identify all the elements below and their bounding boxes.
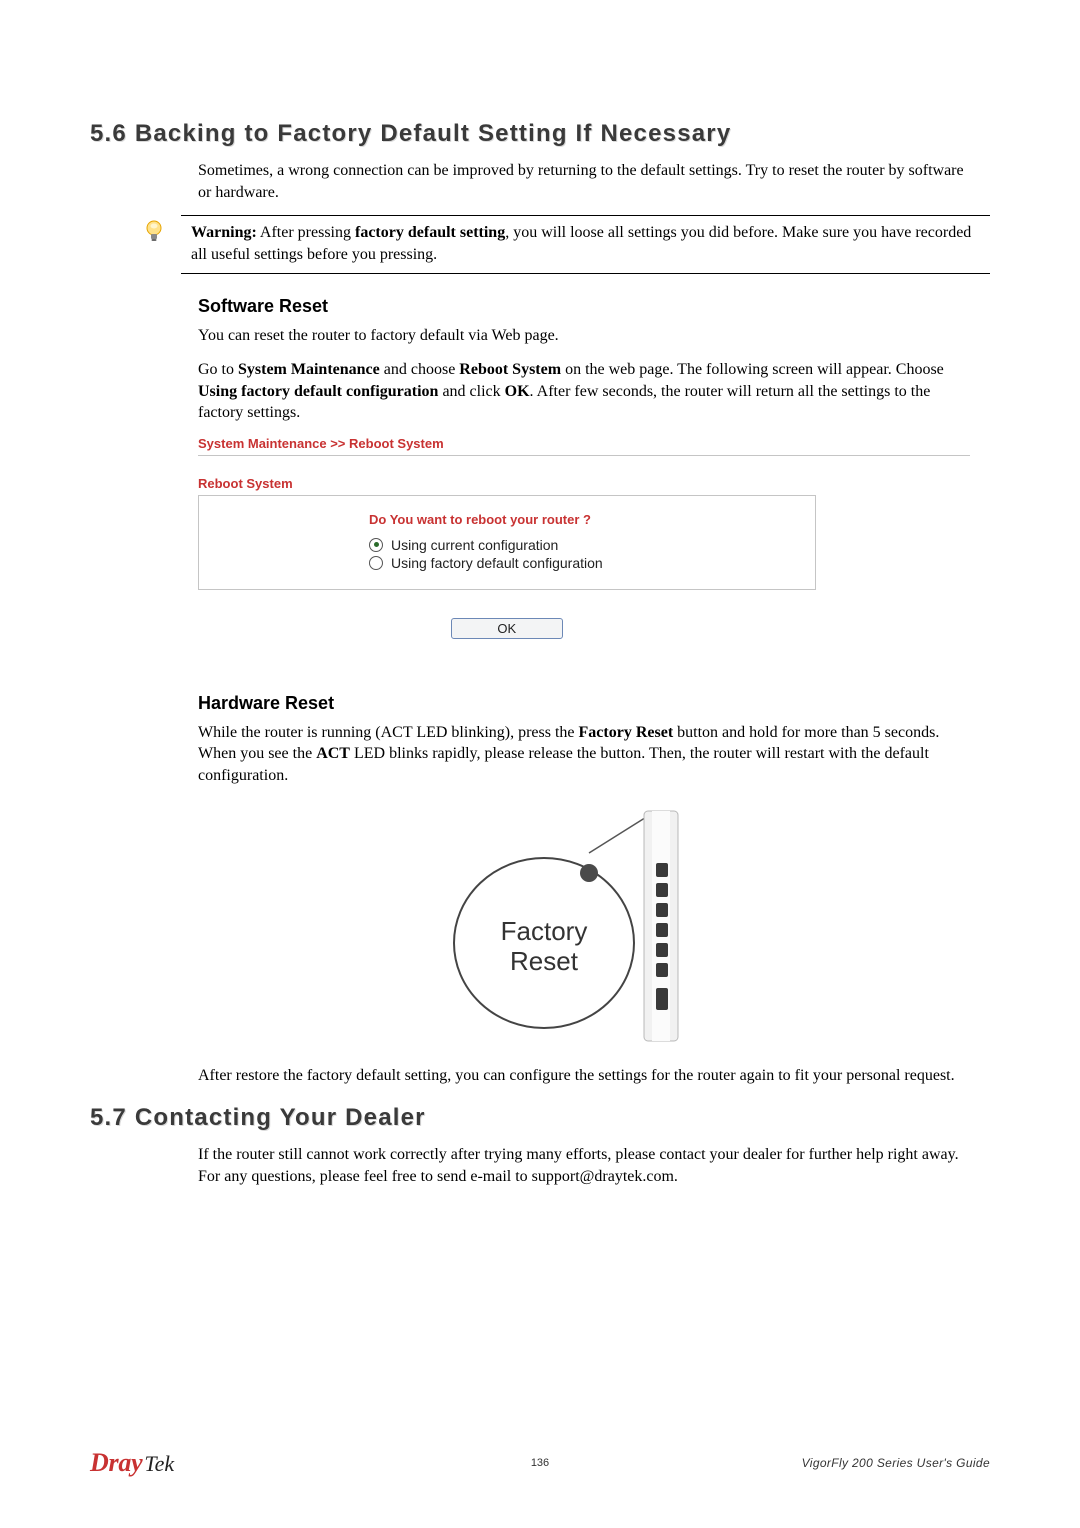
hr-p1-b: Factory Reset: [579, 724, 674, 741]
hr-p1-d: ACT: [316, 745, 350, 762]
sr-p2-g: and click: [438, 383, 504, 400]
warning-label: Warning:: [191, 224, 257, 241]
screenshot-panel: Do You want to reboot your router ? Usin…: [198, 495, 816, 590]
warning-bold-phrase: factory default setting: [355, 224, 505, 241]
svg-text:Reset: Reset: [510, 946, 579, 976]
sr-p2-f: Using factory default configuration: [198, 383, 438, 400]
svg-text:Factory: Factory: [501, 916, 588, 946]
logo-dray: Dray: [90, 1448, 142, 1478]
option-current-label: Using current configuration: [391, 537, 558, 553]
page-number: 136: [390, 1457, 690, 1469]
screenshot-breadcrumb: System Maintenance >> Reboot System: [198, 436, 970, 456]
software-reset-heading: Software Reset: [198, 296, 970, 317]
lightbulb-icon: [143, 215, 167, 254]
warning-text: Warning: After pressing factory default …: [181, 215, 990, 274]
warning-part1: After pressing: [257, 224, 355, 241]
hardware-reset-p1: While the router is running (ACT LED bli…: [198, 722, 970, 787]
hardware-reset-p2: After restore the factory default settin…: [198, 1065, 970, 1087]
section-heading-5-7: 5.7 Contacting Your Dealer: [90, 1104, 990, 1132]
user-guide-label: VigorFly 200 Series User's Guide: [690, 1456, 990, 1470]
screenshot-question: Do You want to reboot your router ?: [369, 512, 803, 527]
software-reset-p2: Go to System Maintenance and choose Rebo…: [198, 359, 970, 424]
sr-p2-e: on the web page. The following screen wi…: [561, 361, 944, 378]
sr-p2-b: System Maintenance: [238, 361, 380, 378]
screenshot-panel-title: Reboot System: [198, 476, 970, 491]
radio-selected-icon[interactable]: [369, 538, 383, 552]
software-reset-p1: You can reset the router to factory defa…: [198, 325, 970, 347]
section-heading-5-6: 5.6 Backing to Factory Default Setting I…: [90, 120, 990, 148]
hardware-reset-heading: Hardware Reset: [198, 693, 970, 714]
ok-button[interactable]: OK: [451, 618, 563, 639]
option-current-config[interactable]: Using current configuration: [369, 537, 803, 553]
page-footer: DrayTek 136 VigorFly 200 Series User's G…: [90, 1448, 990, 1478]
option-factory-label: Using factory default configuration: [391, 555, 603, 571]
draytek-logo: DrayTek: [90, 1448, 390, 1478]
sr-p2-a: Go to: [198, 361, 238, 378]
sr-p2-d: Reboot System: [459, 361, 561, 378]
reboot-system-screenshot: System Maintenance >> Reboot System Rebo…: [198, 436, 970, 639]
sr-p2-h: OK: [505, 383, 530, 400]
logo-tek: Tek: [144, 1451, 174, 1477]
sr-p2-c: and choose: [380, 361, 460, 378]
intro-paragraph: Sometimes, a wrong connection can be imp…: [198, 160, 970, 203]
contact-dealer-paragraph: If the router still cannot work correctl…: [198, 1144, 970, 1187]
hr-p1-a: While the router is running (ACT LED bli…: [198, 724, 579, 741]
factory-reset-figure: Factory Reset: [198, 803, 970, 1053]
option-factory-default[interactable]: Using factory default configuration: [369, 555, 803, 571]
radio-unselected-icon[interactable]: [369, 556, 383, 570]
warning-callout: Warning: After pressing factory default …: [90, 215, 990, 274]
